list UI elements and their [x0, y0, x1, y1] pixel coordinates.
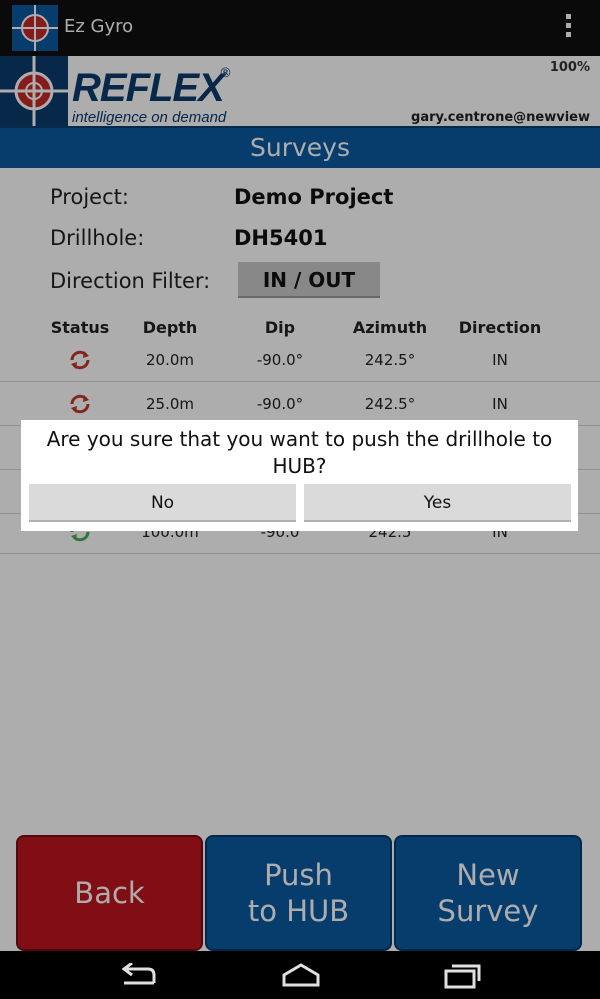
recents-nav-icon[interactable] [442, 963, 482, 993]
yes-button[interactable]: Yes [304, 484, 571, 522]
home-nav-icon[interactable] [281, 963, 321, 993]
system-nav-bar [0, 951, 600, 999]
confirm-dialog: Are you sure that you want to push the d… [21, 420, 578, 531]
no-button[interactable]: No [29, 484, 296, 522]
dialog-message: Are you sure that you want to push the d… [46, 427, 553, 478]
back-nav-icon[interactable] [118, 961, 158, 993]
